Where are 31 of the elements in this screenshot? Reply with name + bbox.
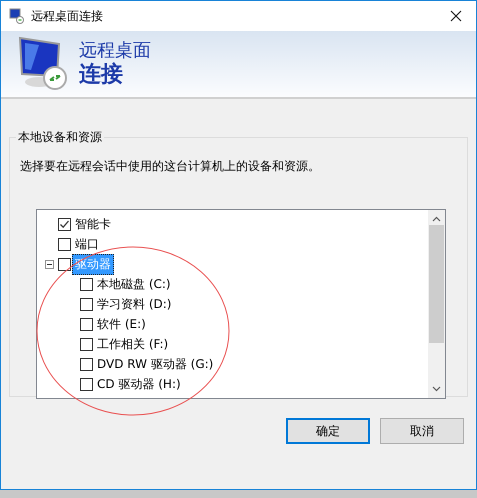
dialog-button[interactable]: 确定	[286, 418, 370, 444]
banner-subtitle: 连接	[79, 62, 124, 88]
checkbox[interactable]	[80, 338, 93, 350]
checkbox[interactable]	[80, 298, 93, 310]
tree-item[interactable]: 学习资料 (D:)	[94, 294, 174, 314]
tree-item[interactable]: 端口	[72, 234, 102, 254]
dialog-button[interactable]: 取消	[380, 418, 464, 444]
tree-item[interactable]: 智能卡	[72, 214, 114, 234]
tree-item[interactable]: CD 驱动器 (H:)	[94, 374, 184, 394]
checkbox[interactable]	[80, 378, 93, 390]
collapse-icon[interactable]	[45, 260, 54, 268]
group-title: 本地设备和资源	[17, 129, 103, 146]
scroll-up-icon[interactable]	[432, 216, 441, 222]
tree-item[interactable]: 本地磁盘 (C:)	[94, 274, 174, 294]
scrollbar[interactable]	[428, 210, 445, 398]
checkbox[interactable]	[80, 278, 93, 290]
checkbox[interactable]	[58, 258, 71, 270]
tree-item[interactable]: 软件 (E:)	[94, 314, 149, 334]
scroll-down-icon[interactable]	[432, 386, 441, 392]
tree-item[interactable]: DVD RW 驱动器 (G:)	[94, 354, 216, 374]
tree-item[interactable]: 工作相关 (F:)	[94, 334, 172, 354]
monitor-icon	[17, 36, 69, 92]
banner-title: 远程桌面	[79, 40, 151, 62]
description-text: 选择要在远程会话中使用的这台计算机上的设备和资源。	[20, 158, 321, 175]
checkbox[interactable]	[58, 218, 71, 230]
window-title: 远程桌面连接	[31, 8, 104, 24]
checkbox[interactable]	[80, 358, 93, 370]
checkbox[interactable]	[58, 238, 71, 250]
close-icon[interactable]	[450, 10, 462, 22]
checkbox[interactable]	[80, 318, 93, 330]
monitor-icon	[9, 8, 25, 24]
